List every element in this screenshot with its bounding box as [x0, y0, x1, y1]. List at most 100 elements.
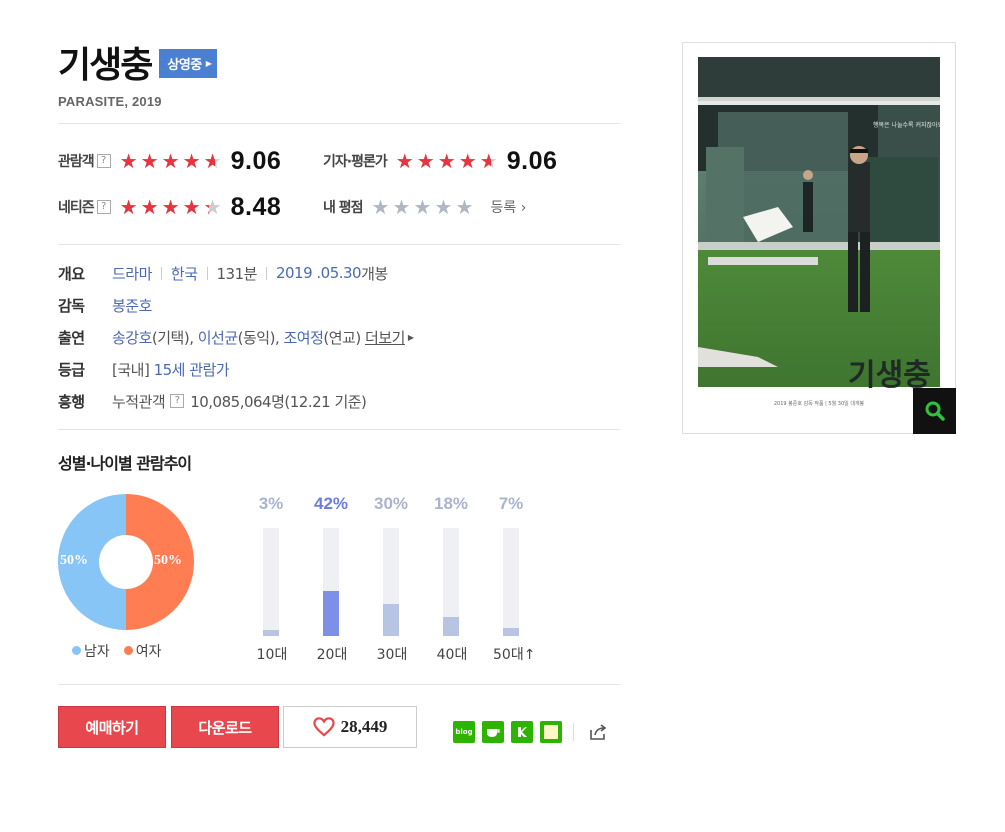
bar-value-label: 18% [433, 494, 469, 513]
bar-category-label: 10대 [256, 647, 288, 663]
bar-value-label: 3% [258, 494, 284, 513]
share-icon[interactable] [587, 721, 609, 743]
blog-share-label: blog [455, 728, 473, 736]
bar-track [323, 528, 339, 636]
caret-right-icon: ▶ [205, 58, 212, 68]
download-button[interactable]: 다운로드 [171, 706, 279, 748]
country-link[interactable]: 한국 [171, 263, 198, 284]
movie-poster[interactable]: 2019 봉준호 감독 작품 | 5월 30일 대개봉 기생충 행복은 나눌수록… [698, 57, 940, 417]
release-suffix: 개봉 [361, 264, 388, 283]
cast-label: 출연 [58, 328, 85, 347]
separator [206, 266, 208, 280]
bar-track [263, 528, 279, 636]
bar-fill [443, 616, 459, 636]
star-icon: ★ [413, 195, 432, 219]
critics-rating: 기자·평론가 ★ ★ ★ ★ ★ ★ ★ ★ ★ ★ 9.06 [323, 147, 588, 176]
audience-stars: ★ ★ ★ ★ ★ ★ ★ ★ ★ ★ [120, 151, 225, 171]
info-row-grade: 등급 [국내] 15세 관람가 [58, 353, 620, 385]
runtime: 131분 [216, 264, 258, 283]
blog-share-icon[interactable]: blog [453, 721, 475, 743]
actor-link[interactable]: 이선균 [198, 327, 238, 348]
star-icon: ★ [434, 195, 453, 219]
legend-dot-male [72, 646, 81, 655]
critics-stars: ★ ★ ★ ★ ★ ★ ★ ★ ★ ★ [396, 151, 501, 171]
age-bar-0: 3% 10대 [253, 494, 303, 663]
share-icons: blog [453, 721, 609, 743]
grade-label: 등급 [58, 360, 85, 379]
bar-fill [323, 590, 339, 636]
divider [58, 684, 620, 685]
cup-icon [487, 729, 500, 737]
rating-row-2: 네티즌 ? ★★★★★★★★★★ 8.48 내 평점 ★★★★★ 등록 › [58, 184, 620, 230]
star-icon: ★ [455, 195, 474, 219]
star-icon: ★★ [203, 195, 222, 219]
poster-tagline: 행복은 나눌수록 커지잖아요 [873, 121, 940, 129]
critics-rating-label: 기자·평론가 [323, 154, 388, 170]
actor-link[interactable]: 조여정 [284, 327, 324, 348]
age-bar-chart: 3% 10대 42% 20대 30% 30대 18% 40대 7% 50대↑ [253, 494, 573, 684]
legend-dot-female [123, 646, 133, 655]
release-date-link[interactable]: 2019 .05.30 [276, 264, 362, 282]
like-count: 28,449 [340, 717, 388, 736]
help-icon[interactable]: ? [96, 154, 111, 168]
audience-score: 9.06 [230, 146, 282, 175]
my-rating-label: 내 평점 [323, 200, 364, 216]
cafe-share-icon[interactable] [482, 721, 504, 743]
poster-credits: 2019 봉준호 감독 작품 | 5월 30일 대개봉 [774, 400, 865, 407]
info-row-cast: 출연 송강호 (기택), 이선균 (동익), 조여정 (연교) 더보기 ▶ [58, 321, 620, 353]
pie-legend: 남자 여자 [72, 641, 162, 661]
age-bar-1: 42% 20대 [313, 494, 363, 663]
register-rating-link[interactable]: 등록 › [491, 197, 527, 217]
critics-score: 9.06 [506, 146, 558, 175]
like-button[interactable]: 28,449 [283, 706, 417, 748]
star-icon: ★★ [140, 149, 159, 173]
more-cast-link[interactable]: 더보기 [365, 327, 405, 348]
status-badge-label: 상영중 [167, 57, 202, 73]
gender-pie-chart: 50% 50% [58, 494, 194, 630]
star-icon: ★★ [119, 195, 138, 219]
audience-rating-label: 관람객 [58, 154, 95, 170]
star-icon: ★★ [416, 149, 435, 173]
memo-icon [544, 725, 558, 739]
pie-label-male: 50% [60, 553, 88, 568]
star-icon: ★ [371, 195, 390, 219]
divider [58, 429, 620, 430]
my-rating-stars[interactable]: ★ ★ ★ ★ ★ [372, 197, 477, 217]
separator [160, 266, 162, 280]
box-office-label: 흥행 [58, 392, 85, 411]
star-icon: ★★ [182, 149, 201, 173]
band-icon [518, 727, 527, 737]
band-share-icon[interactable] [511, 721, 533, 743]
legend-male-label: 남자 [84, 644, 110, 660]
reserve-button[interactable]: 예매하기 [58, 706, 166, 748]
actor-link[interactable]: 송강호 [112, 327, 152, 348]
pie-hole [99, 535, 153, 589]
help-icon[interactable]: ? [96, 200, 111, 214]
poster-frame[interactable]: 2019 봉준호 감독 작품 | 5월 30일 대개봉 기생충 행복은 나눌수록… [682, 42, 956, 434]
bar-track [383, 528, 399, 636]
star-icon: ★★ [458, 149, 477, 173]
zoom-button[interactable] [913, 388, 956, 434]
bar-category-label: 40대 [436, 647, 468, 663]
bar-category-label: 20대 [316, 647, 348, 663]
genre-link[interactable]: 드라마 [112, 263, 152, 284]
info-row-box-office: 흥행 누적관객 ? 10,085,064명(12.21 기준) [58, 385, 620, 417]
ratings-section: 관람객 ? ★ ★ ★ ★ ★ ★ ★ ★ ★ ★ 9.06 기자·평론가 ★ ★ ★ ★ ★ ★ ★ ★ ★ ★ … [58, 124, 620, 244]
overview-label: 개요 [58, 264, 85, 283]
bar-fill [383, 603, 399, 636]
bar-track [443, 528, 459, 636]
director-link[interactable]: 봉준호 [112, 295, 152, 316]
grade-link[interactable]: 15세 관람가 [154, 359, 230, 380]
help-icon[interactable]: ? [170, 394, 185, 408]
caret-right-icon: ▶ [407, 332, 414, 342]
star-icon: ★★ [182, 195, 201, 219]
rating-row-1: 관람객 ? ★ ★ ★ ★ ★ ★ ★ ★ ★ ★ 9.06 기자·평론가 ★ ★ ★ ★ ★ ★ ★ ★ ★ ★ … [58, 138, 620, 184]
chart-area: 50% 50% 남자 여자 3% 10대 42% 20대 30% 30대 18% 40대 7% 5… [58, 494, 620, 684]
bar-category-label: 50대↑ [493, 647, 536, 663]
status-badge[interactable]: 상영중 ▶ [159, 48, 218, 78]
memo-share-icon[interactable] [540, 721, 562, 743]
star-icon: ★★ [140, 195, 159, 219]
netizen-rating: 네티즌 ? ★★★★★★★★★★ 8.48 [58, 193, 323, 222]
star-icon: ★ [392, 195, 411, 219]
box-office-text: 누적관객 [112, 392, 166, 411]
